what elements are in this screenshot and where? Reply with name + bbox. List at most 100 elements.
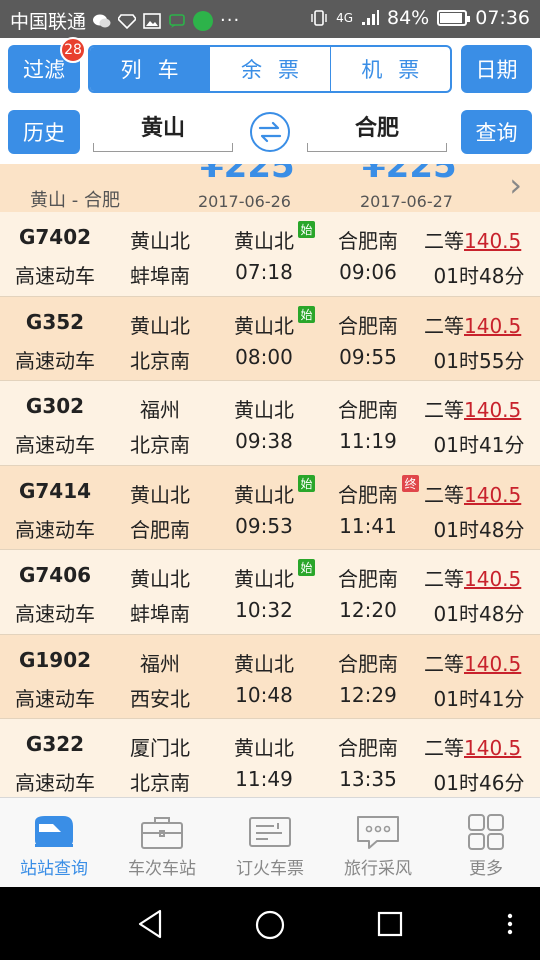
train-row[interactable]: G322 高速动车 厦门北 北京南 黄山北 11:49 合肥南 13:35 01时46分 二等14… [0,719,540,804]
duration: 01时48分 [433,602,525,626]
ticket-price[interactable]: 140.5 [464,229,521,253]
tab-more[interactable]: 更多 [432,798,540,887]
seat-price: 二等140.5 [424,310,534,339]
swap-icon [258,121,282,143]
tab-book-ticket[interactable]: 订火车票 [216,798,324,887]
swap-stations-button[interactable] [250,112,290,152]
seat-price: 二等140.5 [424,563,534,592]
tab-trains[interactable]: 列车 [90,47,210,91]
history-button[interactable]: 历史 [8,110,80,154]
filter-button[interactable]: 过滤 28 [8,37,86,93]
depart-time: 09:53 [235,513,293,538]
diamond-icon [118,13,137,29]
train-row[interactable]: G1902 高速动车 福州 西安北 黄山北 10:48 合肥南 12:29 01时41分 二等14… [0,634,540,719]
origin-station: 黄山北 [130,567,190,591]
query-label: 查询 [475,121,518,145]
train-row[interactable]: G7406 高速动车 黄山北 蚌埠南 黄山北 10:32 合肥南 12:20 01时48分 二等1… [0,550,540,635]
origin-station: 黄山北 [130,313,190,338]
train-row[interactable]: G352 高速动车 黄山北 北京南 黄山北 08:00 合肥南 09:55 01时55分 二等14… [0,296,540,381]
back-icon[interactable] [136,909,164,939]
tab-remaining-tickets[interactable]: 余票 [209,47,329,91]
arrive-time: 09:55 [339,344,397,369]
signal-icon [362,10,379,25]
date-price-2: ¥225 [362,164,457,186]
depart-time: 10:32 [235,598,293,622]
tab-label: 站站查询 [20,859,88,879]
train-row[interactable]: G7414 高速动车 黄山北 合肥南 黄山北 09:53 合肥南 11:41 01时48分 二等1… [0,465,540,550]
tab-station-query[interactable]: 站站查询 [0,798,108,887]
date-price-strip[interactable]: 黄山 - 合肥 ¥225 2017-06-26 ¥225 2017-06-27 … [0,164,540,212]
ticket-price[interactable]: 140.5 [464,736,521,760]
ticket-price[interactable]: 140.5 [464,652,521,676]
arrive-time: 11:19 [339,429,397,453]
seat-price: 二等140.5 [424,732,534,761]
ticket-price[interactable]: 140.5 [464,483,521,507]
tab-flights[interactable]: 机票 [329,47,450,91]
arrive-station: 合肥南 [338,651,398,676]
duration: 01时41分 [433,433,525,457]
train-type: 高速动车 [15,264,95,288]
depart-station: 黄山北 [234,398,294,422]
briefcase-icon [139,814,185,850]
seat-price: 二等140.5 [424,479,534,508]
train-number: G7414 [18,478,92,503]
clock: 07:36 [475,7,530,29]
to-station-field[interactable]: 合肥 [307,110,447,152]
mode-tabs: 列车 余票 机票 [88,45,452,93]
seat-price: 二等140.5 [424,648,534,677]
message-icon [169,13,185,28]
arrive-station: 合肥南 [338,229,398,253]
train-row[interactable]: G7402 高速动车 黄山北 蚌埠南 黄山北 07:18 合肥南 09:06 01时48分 二等1… [0,212,540,297]
train-number: G322 [25,732,85,756]
train-type: 高速动车 [15,348,95,373]
terminal-station: 北京南 [130,433,190,457]
train-icon [31,814,77,850]
query-button[interactable]: 查询 [461,110,532,154]
terminal-station: 西安北 [130,686,190,711]
arrive-station: 合肥南 [338,313,398,338]
date-1: 2017-06-26 [198,192,291,211]
date-label: 日期 [475,58,518,82]
train-type: 高速动车 [15,517,95,542]
tab-train-station[interactable]: 车次车站 [108,798,216,887]
depart-station: 黄山北 [234,651,294,676]
tab-label: 车次车站 [128,859,196,879]
tab-label: 旅行采风 [344,859,412,879]
depart-time: 08:00 [235,344,293,369]
chat-icon [355,814,401,850]
date-button[interactable]: 日期 [461,45,532,93]
origin-station: 福州 [140,398,180,422]
bottom-tab-bar: 站站查询 车次车站 订火车票 旅行采风 更多 [0,797,540,887]
depart-time: 09:38 [235,429,293,453]
ticket-price[interactable]: 140.5 [464,567,521,591]
arrive-time: 12:20 [339,598,397,622]
seat-price: 二等140.5 [424,225,534,254]
chevron-right-icon[interactable]: › [509,166,522,204]
history-label: 历史 [23,121,65,145]
from-station-field[interactable]: 黄山 [93,110,233,152]
arrive-time: 11:41 [339,513,397,538]
depart-time: 07:18 [235,260,293,284]
terminal-end-badge: 终 [402,474,419,492]
battery-icon [437,10,471,26]
home-icon[interactable] [255,910,285,940]
ticket-price[interactable]: 140.5 [464,398,521,422]
overflow-menu-icon[interactable] [506,913,514,935]
origin-station: 黄山北 [130,482,190,507]
filter-label: 过滤 [23,58,65,82]
train-row[interactable]: G302 高速动车 福州 北京南 黄山北 09:38 合肥南 11:19 01时41分 二等140… [0,381,540,466]
tab-remaining-tickets-label: 余票 [240,58,315,82]
tab-travel-feed[interactable]: 旅行采风 [324,798,432,887]
terminal-station: 北京南 [130,771,190,795]
train-number: G302 [25,394,85,418]
train-number: G7402 [18,225,92,249]
arrive-time: 09:06 [339,260,397,284]
recents-icon[interactable] [377,911,403,937]
ticket-icon [247,814,293,850]
train-number: G352 [25,309,85,334]
battery-percent: 84% [387,7,430,29]
duration: 01时48分 [433,517,525,542]
ticket-price[interactable]: 140.5 [464,314,521,338]
origin-station: 黄山北 [130,229,190,253]
tab-label: 订火车票 [236,859,304,879]
